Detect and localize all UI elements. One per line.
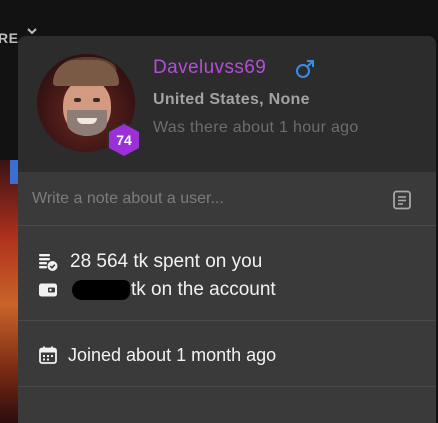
user-profile-popover: 74 Daveluvss69 United States, None Was t…	[18, 36, 436, 423]
male-symbol-icon	[296, 60, 314, 78]
background-tab-label[interactable]: RE	[0, 30, 18, 46]
calendar-icon	[39, 346, 57, 364]
tokens-spent-text: 28 564 tk spent on you	[70, 251, 263, 272]
account-balance-text: tk on the account	[131, 279, 276, 300]
username[interactable]: Daveluvss69	[153, 57, 266, 79]
user-location: United States, None	[153, 91, 310, 108]
token-stats: 28 564 tk spent on you tk on the account	[18, 227, 436, 321]
note-icon[interactable]	[391, 189, 413, 211]
tokens-spent-line: 28 564 tk spent on you	[38, 250, 262, 274]
profile-header: 74 Daveluvss69 United States, None Was t…	[18, 36, 436, 172]
user-note-input[interactable]	[32, 185, 372, 213]
user-note-row	[18, 172, 436, 226]
chevron-down-icon[interactable]	[26, 26, 38, 36]
wallet-icon	[39, 283, 57, 297]
joined-line: Joined about 1 month ago	[38, 343, 276, 367]
background-header-strip	[0, 0, 438, 36]
account-balance-line: tk on the account	[38, 278, 276, 302]
joined-text: Joined about 1 month ago	[68, 344, 277, 365]
last-seen-status: Was there about 1 hour ago	[153, 119, 359, 136]
coins-icon	[39, 254, 58, 271]
redacted-balance	[72, 280, 130, 300]
joined-row: Joined about 1 month ago	[18, 321, 436, 387]
